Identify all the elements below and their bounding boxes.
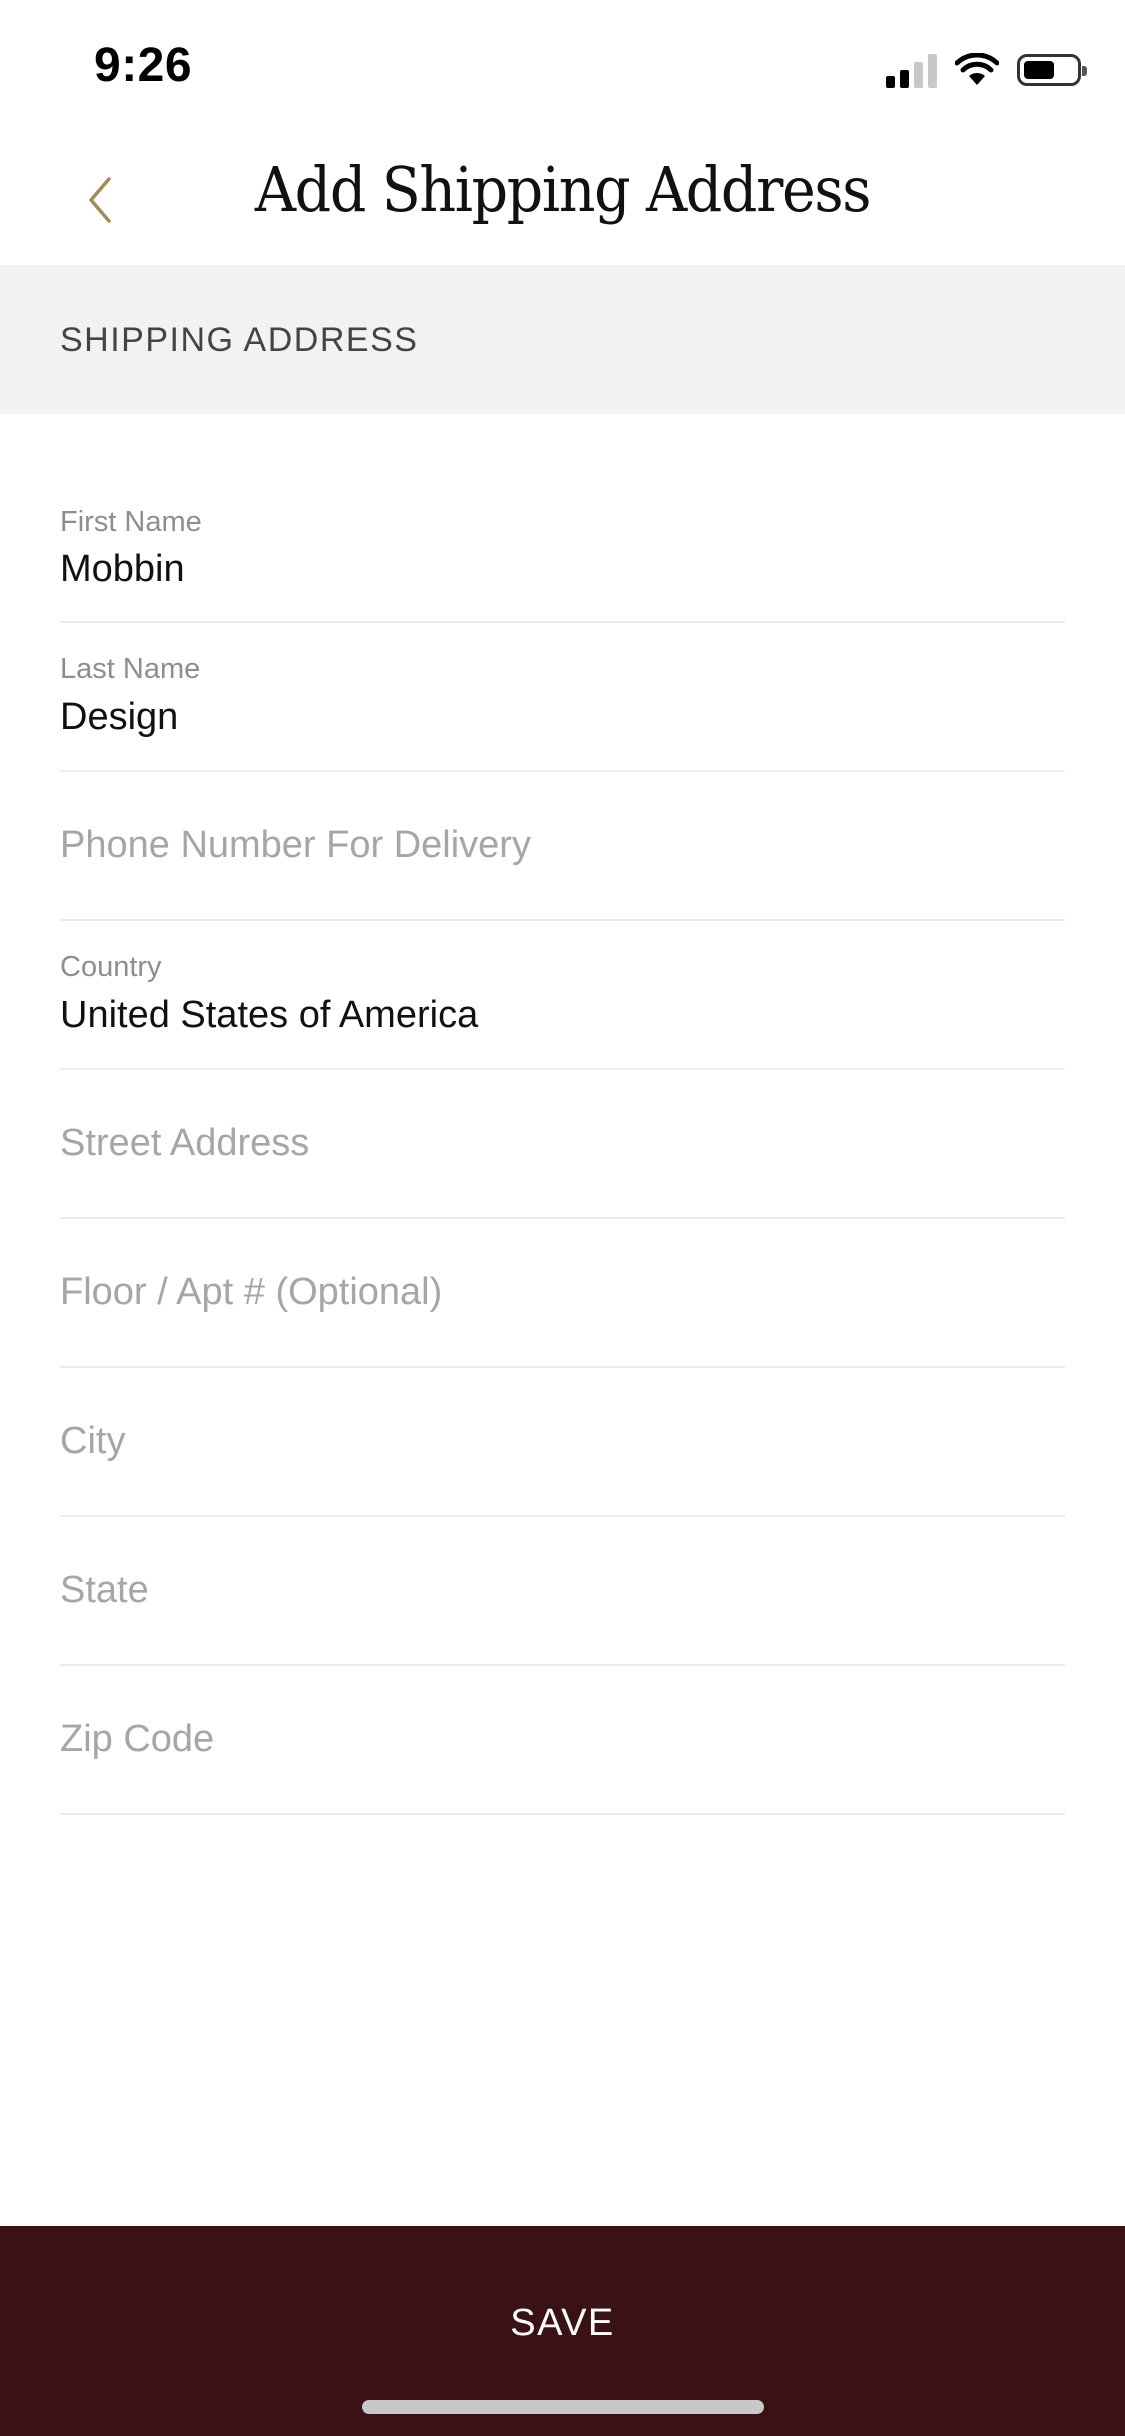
city-field[interactable]: City (60, 1368, 1065, 1517)
first-name-field[interactable]: First Name Mobbin (60, 472, 1065, 623)
zip-code-placeholder: Zip Code (60, 1718, 215, 1760)
section-header-label: SHIPPING ADDRESS (60, 321, 419, 359)
status-time: 9:26 (94, 39, 193, 92)
city-placeholder: City (60, 1420, 126, 1462)
floor-apt-field[interactable]: Floor / Apt # (Optional) (60, 1219, 1065, 1368)
zip-code-field[interactable]: Zip Code (60, 1666, 1065, 1815)
country-value: United States of America (60, 994, 479, 1036)
state-placeholder: State (60, 1569, 149, 1611)
first-name-label: First Name (60, 506, 202, 538)
section-header: SHIPPING ADDRESS (0, 265, 1125, 414)
home-indicator (362, 2400, 764, 2414)
navigation-bar: Add Shipping Address (0, 135, 1125, 265)
street-address-placeholder: Street Address (60, 1122, 310, 1164)
shipping-address-form: First Name Mobbin Last Name Design Phone… (60, 472, 1065, 1815)
cellular-signal-icon (886, 52, 937, 88)
last-name-value: Design (60, 696, 179, 738)
first-name-value: Mobbin (60, 548, 185, 590)
page-title: Add Shipping Address (254, 153, 872, 226)
last-name-field[interactable]: Last Name Design (60, 623, 1065, 772)
save-button-label: SAVE (510, 2302, 615, 2344)
country-field[interactable]: Country United States of America (60, 921, 1065, 1070)
street-address-field[interactable]: Street Address (60, 1070, 1065, 1219)
floor-apt-placeholder: Floor / Apt # (Optional) (60, 1271, 443, 1313)
wifi-icon (955, 53, 999, 85)
country-label: Country (60, 951, 162, 983)
phone-field[interactable]: Phone Number For Delivery (60, 772, 1065, 921)
phone-placeholder: Phone Number For Delivery (60, 824, 531, 866)
state-field[interactable]: State (60, 1517, 1065, 1666)
status-icons (886, 48, 1087, 92)
last-name-label: Last Name (60, 653, 201, 685)
status-bar: 9:26 (0, 0, 1125, 135)
battery-icon (1017, 54, 1087, 86)
save-button[interactable]: SAVE (0, 2226, 1125, 2436)
